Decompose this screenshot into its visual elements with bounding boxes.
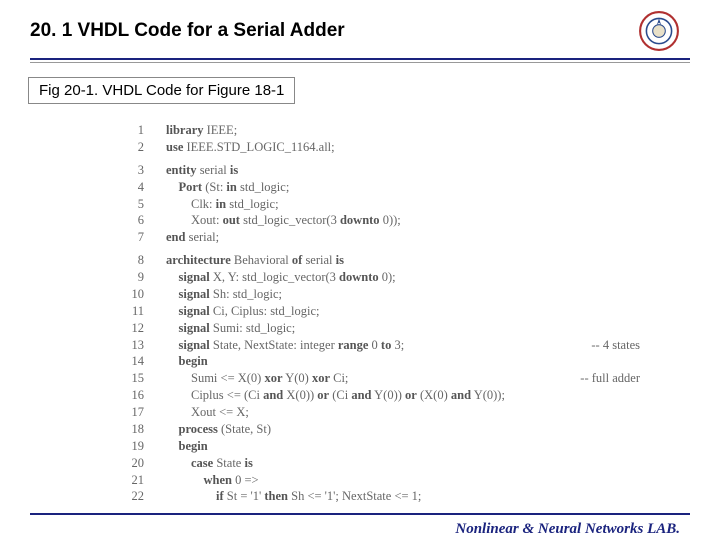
code-line: 16 Ciplus <= (Ci and X(0)) or (Ci and Y(… [120,387,720,404]
code-line: 1library IEEE; [120,122,720,139]
line-number: 14 [120,353,144,370]
line-number: 4 [120,179,144,196]
code-text: signal State, NextState: integer range 0… [144,337,720,354]
code-text: if St = '1' then Sh <= '1'; NextState <=… [144,488,720,505]
code-text: library IEEE; [144,122,720,139]
code-text: entity serial is [144,162,720,179]
code-line: 18 process (State, St) [120,421,720,438]
line-number: 19 [120,438,144,455]
code-text: Ciplus <= (Ci and X(0)) or (Ci and Y(0))… [144,387,720,404]
line-number: 9 [120,269,144,286]
code-line: 12 signal Sumi: std_logic; [120,320,720,337]
code-text: Sumi <= X(0) xor Y(0) xor Ci;-- full add… [144,370,720,387]
code-text: Clk: in std_logic; [144,196,720,213]
line-number: 18 [120,421,144,438]
code-comment: -- full adder [580,370,720,387]
line-number: 13 [120,337,144,354]
line-number: 17 [120,404,144,421]
code-line: 21 when 0 => [120,472,720,489]
line-number: 15 [120,370,144,387]
line-number: 21 [120,472,144,489]
line-number: 11 [120,303,144,320]
line-number: 8 [120,252,144,269]
code-line: 10 signal Sh: std_logic; [120,286,720,303]
code-line: 19 begin [120,438,720,455]
line-number: 16 [120,387,144,404]
code-text: architecture Behavioral of serial is [144,252,720,269]
line-number: 10 [120,286,144,303]
code-line: 7end serial; [120,229,720,246]
code-text: case State is [144,455,720,472]
line-number: 5 [120,196,144,213]
code-line: 20 case State is [120,455,720,472]
line-number: 6 [120,212,144,229]
code-line: 8architecture Behavioral of serial is [120,252,720,269]
header-rule-thin [30,62,690,63]
line-number: 7 [120,229,144,246]
code-line: 13 signal State, NextState: integer rang… [120,337,720,354]
slide-title: 20. 1 VHDL Code for a Serial Adder [30,20,345,42]
vhdl-code-listing: 1library IEEE;2use IEEE.STD_LOGIC_1164.a… [120,122,720,505]
code-text: Xout <= X; [144,404,720,421]
code-line: 3entity serial is [120,162,720,179]
code-line: 6 Xout: out std_logic_vector(3 downto 0)… [120,212,720,229]
code-text: signal Sumi: std_logic; [144,320,720,337]
code-text: use IEEE.STD_LOGIC_1164.all; [144,139,720,156]
code-line: 5 Clk: in std_logic; [120,196,720,213]
header-rule [30,58,690,60]
line-number: 22 [120,488,144,505]
code-text: begin [144,438,720,455]
code-line: 2use IEEE.STD_LOGIC_1164.all; [120,139,720,156]
code-text: begin [144,353,720,370]
code-line: 4 Port (St: in std_logic; [120,179,720,196]
figure-caption: Fig 20-1. VHDL Code for Figure 18-1 [39,82,284,99]
code-line: 15 Sumi <= X(0) xor Y(0) xor Ci;-- full … [120,370,720,387]
code-comment: -- 4 states [591,337,720,354]
code-line: 22 if St = '1' then Sh <= '1'; NextState… [120,488,720,505]
code-line: 17 Xout <= X; [120,404,720,421]
code-text: when 0 => [144,472,720,489]
line-number: 3 [120,162,144,179]
code-text: signal Sh: std_logic; [144,286,720,303]
line-number: 1 [120,122,144,139]
lab-footer: Nonlinear & Neural Networks LAB. [0,515,720,538]
code-text: process (State, St) [144,421,720,438]
line-number: 2 [120,139,144,156]
code-text: end serial; [144,229,720,246]
line-number: 12 [120,320,144,337]
code-line: 11 signal Ci, Ciplus: std_logic; [120,303,720,320]
code-text: signal Ci, Ciplus: std_logic; [144,303,720,320]
university-logo-icon [638,10,680,52]
code-text: Xout: out std_logic_vector(3 downto 0)); [144,212,720,229]
line-number: 20 [120,455,144,472]
code-line: 14 begin [120,353,720,370]
code-text: Port (St: in std_logic; [144,179,720,196]
code-text: signal X, Y: std_logic_vector(3 downto 0… [144,269,720,286]
figure-caption-box: Fig 20-1. VHDL Code for Figure 18-1 [28,77,295,104]
code-line: 9 signal X, Y: std_logic_vector(3 downto… [120,269,720,286]
slide-header: 20. 1 VHDL Code for a Serial Adder [0,0,720,52]
